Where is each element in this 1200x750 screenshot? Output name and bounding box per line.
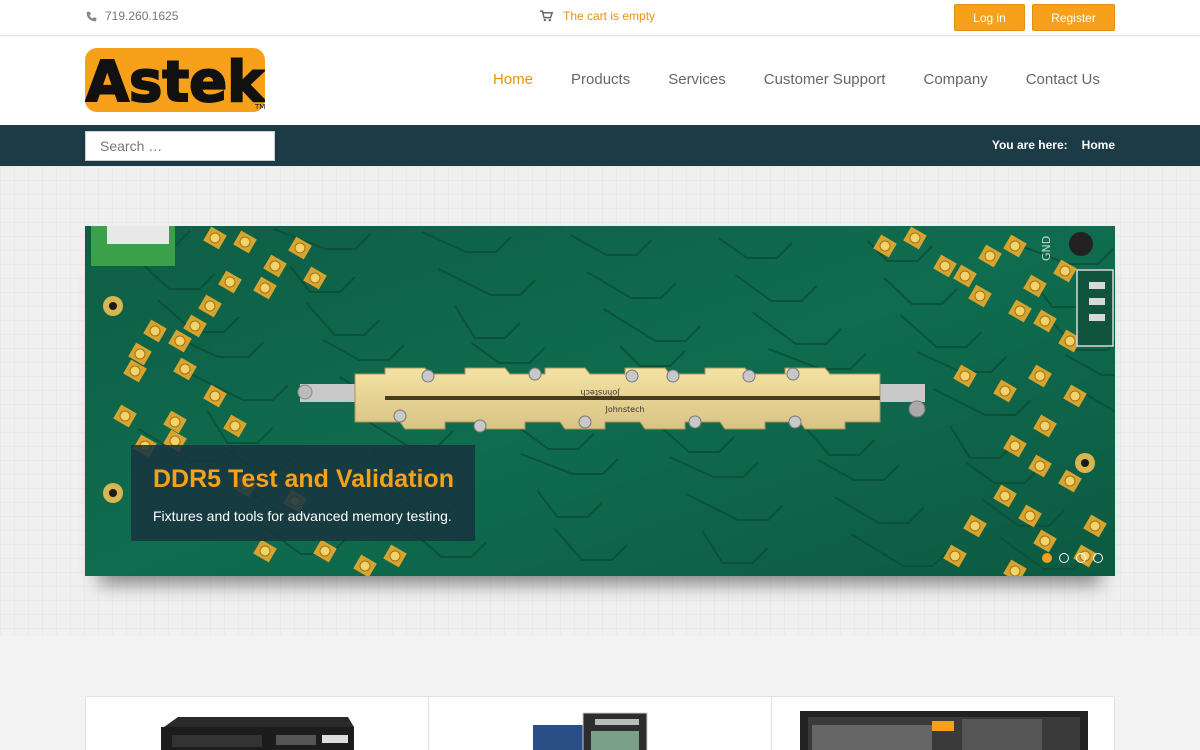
product-card-fixture[interactable] xyxy=(429,697,772,750)
product-image-switch xyxy=(161,717,354,750)
nav-item-services[interactable]: Services xyxy=(649,71,745,88)
slider-dot-4[interactable] xyxy=(1093,553,1103,563)
site-header: Astek TM Home Products Services Customer Su… xyxy=(0,37,1200,125)
nav-item-company[interactable]: Company xyxy=(904,71,1006,88)
nav-item-products[interactable]: Products xyxy=(552,71,649,88)
breadcrumb-home-link[interactable]: Home xyxy=(1082,138,1115,152)
phone-icon xyxy=(86,11,97,21)
product-image-fixture xyxy=(533,712,648,750)
test-connector: Johnstech Johnstech xyxy=(297,367,926,433)
main-nav: Home Products Services Customer Support Comp… xyxy=(474,71,1119,88)
cart-text: The cart is empty xyxy=(563,9,656,23)
cart-status[interactable]: The cart is empty xyxy=(540,9,655,23)
product-card-rack-unit[interactable] xyxy=(772,697,1114,750)
slide-title: DDR5 Test and Validation xyxy=(153,465,454,493)
phone-number: 719.260.1625 xyxy=(105,9,179,23)
connector-brand-label-top: Johnstech xyxy=(580,388,620,397)
logo-wordmark: Astek xyxy=(86,50,265,112)
phone-contact[interactable]: 719.260.1625 xyxy=(86,9,178,23)
breadcrumb-label: You are here: xyxy=(991,138,1068,152)
product-cards xyxy=(85,696,1115,750)
breadcrumb: You are here: Home xyxy=(992,138,1115,152)
search-breadcrumb-bar: You are here: Home xyxy=(0,125,1200,166)
nav-item-home[interactable]: Home xyxy=(474,71,552,88)
register-button[interactable]: Register xyxy=(1032,4,1115,31)
slider-pagination xyxy=(1042,553,1103,563)
slider-dot-3[interactable] xyxy=(1076,553,1086,563)
slide-caption: DDR5 Test and Validation Fixtures and to… xyxy=(131,445,475,541)
astek-logo[interactable]: Astek TM xyxy=(85,48,267,116)
nav-item-customer-support[interactable]: Customer Support xyxy=(745,71,905,88)
slider-dot-2[interactable] xyxy=(1059,553,1069,563)
connector-brand-label-bottom: Johnstech xyxy=(604,405,644,414)
top-bar: 719.260.1625 The cart is empty Log in Re… xyxy=(0,0,1200,36)
nav-item-contact-us[interactable]: Contact Us xyxy=(1007,71,1119,88)
login-button[interactable]: Log in xyxy=(954,4,1025,31)
product-card-switch[interactable] xyxy=(86,697,429,750)
logo-trademark: TM xyxy=(254,103,265,111)
board-gnd-label: GND xyxy=(1040,236,1053,261)
hero-slider[interactable]: GND Johnstech Johnstech DDR5 Test and Va… xyxy=(85,226,1115,576)
product-image-rack-unit xyxy=(800,711,1088,750)
slide-subtitle: Fixtures and tools for advanced memory t… xyxy=(153,508,452,524)
cart-icon xyxy=(540,10,553,22)
slider-dot-1[interactable] xyxy=(1042,553,1052,563)
search-input[interactable] xyxy=(85,131,275,161)
